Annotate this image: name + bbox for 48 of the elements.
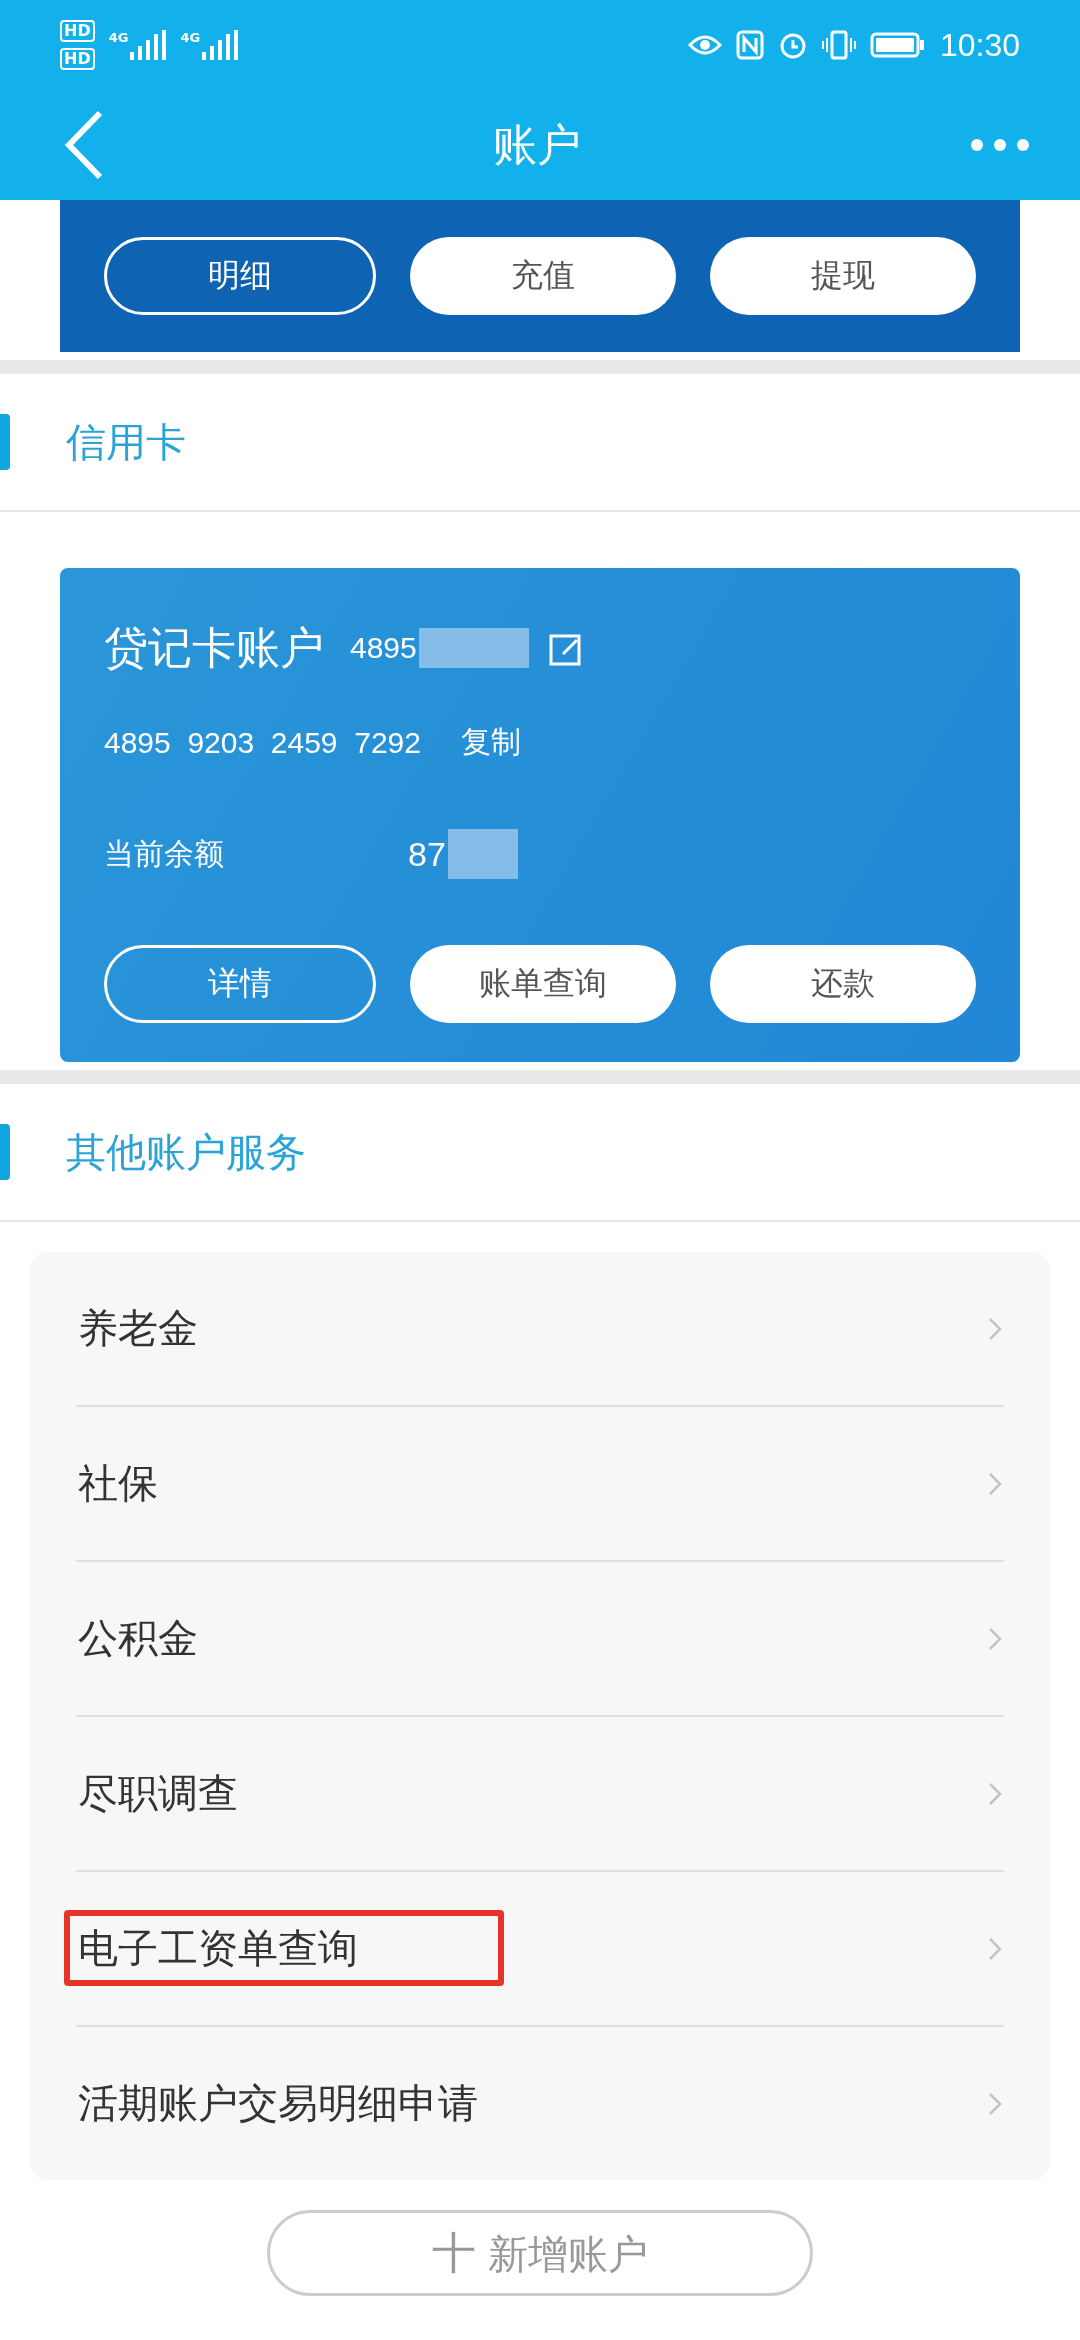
more-icon[interactable]	[970, 138, 1030, 152]
eye-icon	[687, 33, 722, 57]
battery-icon	[869, 32, 926, 58]
network-label: 4G	[180, 30, 201, 45]
action-button[interactable]: 还款	[710, 945, 976, 1023]
service-label: 活期账户交易明细申请	[78, 2079, 478, 2128]
service-item[interactable]: 电子工资单查询	[76, 1872, 1004, 2027]
card-number-masked: 4895	[350, 631, 417, 665]
vibrate-icon	[821, 30, 856, 60]
service-item[interactable]: 社保	[76, 1407, 1004, 1562]
card-title: 贷记卡账户	[104, 620, 324, 675]
clock-time: 10:30	[939, 26, 1020, 64]
blurred-area	[447, 829, 518, 879]
balance-label: 当前余额	[104, 834, 225, 873]
service-label: 电子工资单查询	[78, 1924, 358, 1973]
chevron-icon	[988, 1936, 1002, 1961]
service-label: 公积金	[78, 1614, 198, 1663]
card-number: 4895 9203 2459 7292	[104, 725, 421, 760]
action-button[interactable]: 明细	[104, 237, 376, 315]
service-label: 养老金	[78, 1304, 198, 1353]
copy-link[interactable]: 复制	[460, 722, 521, 763]
accent-bar	[0, 414, 10, 470]
signal-icon	[130, 30, 167, 60]
chevron-icon	[988, 1626, 1002, 1651]
action-button[interactable]: 提现	[710, 237, 976, 315]
nfc-icon	[735, 30, 764, 60]
service-label: 社保	[78, 1459, 158, 1508]
action-button[interactable]: 账单查询	[410, 945, 676, 1023]
chevron-icon	[988, 1316, 1002, 1341]
hd-badge: HD	[60, 48, 95, 70]
service-item[interactable]: 养老金	[76, 1252, 1004, 1407]
service-item[interactable]: 活期账户交易明细申请	[76, 2027, 1004, 2180]
section-title: 其他账户服务	[66, 1127, 306, 1177]
chevron-icon	[988, 1471, 1002, 1496]
service-item[interactable]: 公积金	[76, 1562, 1004, 1717]
balance-value: 87	[408, 834, 446, 874]
chevron-icon	[988, 2091, 1002, 2116]
section-title: 信用卡	[66, 417, 186, 467]
chevron-icon	[988, 1781, 1002, 1806]
service-item[interactable]: 尽职调查	[76, 1717, 1004, 1872]
service-label: 尽职调查	[78, 1769, 238, 1818]
network-label: 4G	[108, 30, 129, 45]
hd-badge: HD	[60, 20, 95, 42]
signal-icon	[202, 30, 239, 60]
page-title: 账户	[493, 117, 581, 172]
back-icon[interactable]	[64, 110, 104, 180]
accent-bar	[0, 1124, 10, 1180]
action-button[interactable]: 充值	[410, 237, 676, 315]
